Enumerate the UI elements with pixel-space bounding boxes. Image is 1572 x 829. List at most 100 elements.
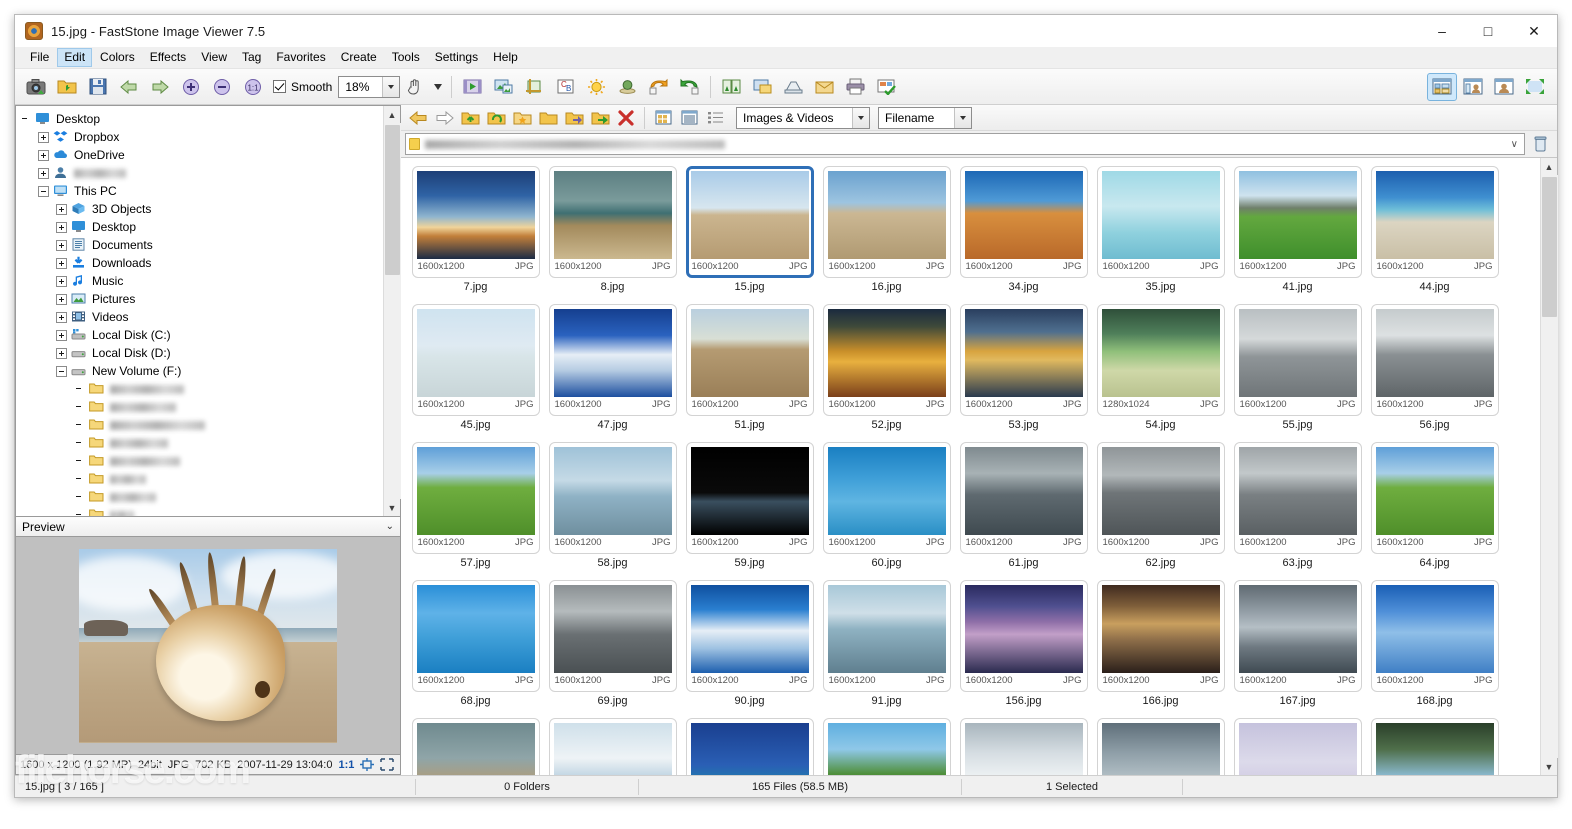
thumbnail-card[interactable] — [686, 718, 814, 775]
thumbs-scroll-thumb[interactable] — [1542, 177, 1557, 317]
thumbnail-scrollbar[interactable]: ▲ ▼ — [1540, 158, 1557, 775]
maximize-button[interactable]: □ — [1465, 15, 1511, 47]
back-icon[interactable] — [405, 107, 431, 129]
thumbnail-card[interactable] — [1371, 718, 1499, 775]
expand-icon[interactable] — [56, 258, 67, 269]
thumbnail-item[interactable]: 1600x1200JPG166.jpg — [1092, 580, 1229, 707]
expand-icon[interactable] — [38, 150, 49, 161]
thumbnail-card[interactable]: 1600x1200JPG — [412, 304, 540, 416]
thumbnail-item[interactable] — [1229, 718, 1366, 775]
expand-icon[interactable] — [56, 204, 67, 215]
tree-item-local-disk-d[interactable]: Local Disk (D:) — [20, 344, 383, 362]
tree-item-pictures[interactable]: Pictures — [20, 290, 383, 308]
expand-icon[interactable] — [56, 330, 67, 341]
collapse-icon[interactable] — [38, 186, 49, 197]
thumbnail-card[interactable] — [960, 718, 1088, 775]
menu-item-tag[interactable]: Tag — [235, 48, 268, 67]
thumbnail-item[interactable] — [1092, 718, 1229, 775]
thumbnail-card[interactable]: 1600x1200JPG — [412, 166, 540, 278]
thumbnail-item[interactable] — [544, 718, 681, 775]
thumbnail-card[interactable]: 1600x1200JPG — [960, 442, 1088, 554]
thumbnail-item[interactable]: 1600x1200JPG41.jpg — [1229, 166, 1366, 293]
next-image-icon[interactable] — [145, 73, 175, 101]
file-type-filter-combo[interactable]: Images & Videos — [736, 107, 870, 129]
thumbnail-card[interactable]: 1600x1200JPG — [960, 580, 1088, 692]
thumbnail-card[interactable]: 1600x1200JPG — [1371, 304, 1499, 416]
tree-item-downloads[interactable]: Downloads — [20, 254, 383, 272]
print-icon[interactable] — [840, 73, 870, 101]
open-folder-icon[interactable] — [52, 73, 82, 101]
thumbnail-card[interactable]: 1600x1200JPG — [549, 442, 677, 554]
thumbnail-card[interactable]: 1600x1200JPG — [1097, 442, 1225, 554]
thumbnail-item[interactable]: 1600x1200JPG61.jpg — [955, 442, 1092, 569]
address-chevron-down-icon[interactable]: ∨ — [1511, 139, 1521, 150]
tree-item-redacted[interactable] — [20, 506, 383, 516]
menu-item-create[interactable]: Create — [334, 48, 384, 67]
tree-item-redacted[interactable] — [20, 488, 383, 506]
zoom-level-combo[interactable]: 18% — [338, 76, 400, 98]
tree-item-videos[interactable]: Videos — [20, 308, 383, 326]
expand-icon[interactable] — [56, 240, 67, 251]
tree-item-3d-objects[interactable]: 3D Objects — [20, 200, 383, 218]
thumbnail-card[interactable]: 1600x1200JPG — [1371, 442, 1499, 554]
refresh-icon[interactable] — [483, 107, 509, 129]
hand-tool-icon[interactable] — [400, 73, 430, 101]
expand-icon[interactable] — [56, 222, 67, 233]
thumbnail-item[interactable]: 1600x1200JPG52.jpg — [818, 304, 955, 431]
zoom-out-icon[interactable] — [207, 73, 237, 101]
thumbnail-item[interactable]: 1600x1200JPG168.jpg — [1366, 580, 1503, 707]
email-icon[interactable] — [809, 73, 839, 101]
thumbnail-card[interactable]: 1600x1200JPG — [823, 442, 951, 554]
thumbnail-item[interactable]: 1600x1200JPG53.jpg — [955, 304, 1092, 431]
thumbnail-item[interactable]: 1600x1200JPG69.jpg — [544, 580, 681, 707]
thumbnail-item[interactable]: 1600x1200JPG35.jpg — [1092, 166, 1229, 293]
tree-item-new-volume-f[interactable]: New Volume (F:) — [20, 362, 383, 380]
thumbnail-view-button[interactable] — [1427, 73, 1457, 101]
thumbnail-mode-icon[interactable] — [650, 107, 676, 129]
tree-item-desktop[interactable]: Desktop — [20, 218, 383, 236]
thumbnail-item[interactable]: 1600x1200JPG63.jpg — [1229, 442, 1366, 569]
thumbnail-card[interactable]: 1600x1200JPG — [549, 580, 677, 692]
red-eye-icon[interactable] — [612, 73, 642, 101]
tree-scroll-thumb[interactable] — [385, 125, 400, 275]
thumbnail-grid[interactable]: 1600x1200JPG7.jpg1600x1200JPG8.jpg1600x1… — [401, 158, 1540, 775]
tree-scroll-track[interactable] — [384, 123, 401, 499]
delete-icon[interactable] — [613, 107, 639, 129]
thumbnail-card[interactable]: 1600x1200JPG — [823, 304, 951, 416]
thumbnail-item[interactable]: 1600x1200JPG51.jpg — [681, 304, 818, 431]
thumbnail-card[interactable]: 1600x1200JPG — [1234, 580, 1362, 692]
details-mode-icon[interactable] — [702, 107, 728, 129]
thumbnail-card[interactable] — [1097, 718, 1225, 775]
tree-item-redacted[interactable] — [20, 416, 383, 434]
thumbnail-card[interactable]: 1600x1200JPG — [960, 304, 1088, 416]
thumbnail-card[interactable]: 1600x1200JPG — [412, 442, 540, 554]
thumbnail-item[interactable]: 1600x1200JPG91.jpg — [818, 580, 955, 707]
thumbnail-item[interactable] — [818, 718, 955, 775]
thumbnail-item[interactable]: 1600x1200JPG167.jpg — [1229, 580, 1366, 707]
tree-item-local-disk-c[interactable]: Local Disk (C:) — [20, 326, 383, 344]
thumbnail-card[interactable]: 1600x1200JPG — [823, 166, 951, 278]
menu-item-view[interactable]: View — [194, 48, 234, 67]
thumbnail-item[interactable]: 1600x1200JPG68.jpg — [407, 580, 544, 707]
expand-icon[interactable] — [38, 168, 49, 179]
actual-size-icon[interactable]: 1:1 — [238, 73, 268, 101]
thumbnail-card[interactable]: 1600x1200JPG — [686, 166, 814, 278]
trash-icon[interactable] — [1529, 133, 1551, 155]
edit-external-icon[interactable] — [871, 73, 901, 101]
move-to-icon[interactable] — [561, 107, 587, 129]
thumbnail-card[interactable]: 1280x1024JPG — [1097, 304, 1225, 416]
thumbnail-item[interactable]: 1280x1024JPG54.jpg — [1092, 304, 1229, 431]
thumbnail-card[interactable] — [1234, 718, 1362, 775]
preview-view-button[interactable] — [1489, 73, 1519, 101]
thumbnail-card[interactable]: 1600x1200JPG — [1371, 580, 1499, 692]
thumbnail-card[interactable]: 1600x1200JPG — [1097, 580, 1225, 692]
thumbnail-item[interactable]: 1600x1200JPG90.jpg — [681, 580, 818, 707]
thumbnail-item[interactable]: 1600x1200JPG34.jpg — [955, 166, 1092, 293]
sort-by-chevron-down-icon[interactable] — [954, 108, 971, 128]
menu-item-tools[interactable]: Tools — [385, 48, 427, 67]
thumbnail-item[interactable] — [1366, 718, 1503, 775]
thumbnail-card[interactable]: 1600x1200JPG — [412, 580, 540, 692]
expand-icon[interactable] — [56, 348, 67, 359]
lighting-icon[interactable] — [581, 73, 611, 101]
list-mode-icon[interactable] — [676, 107, 702, 129]
